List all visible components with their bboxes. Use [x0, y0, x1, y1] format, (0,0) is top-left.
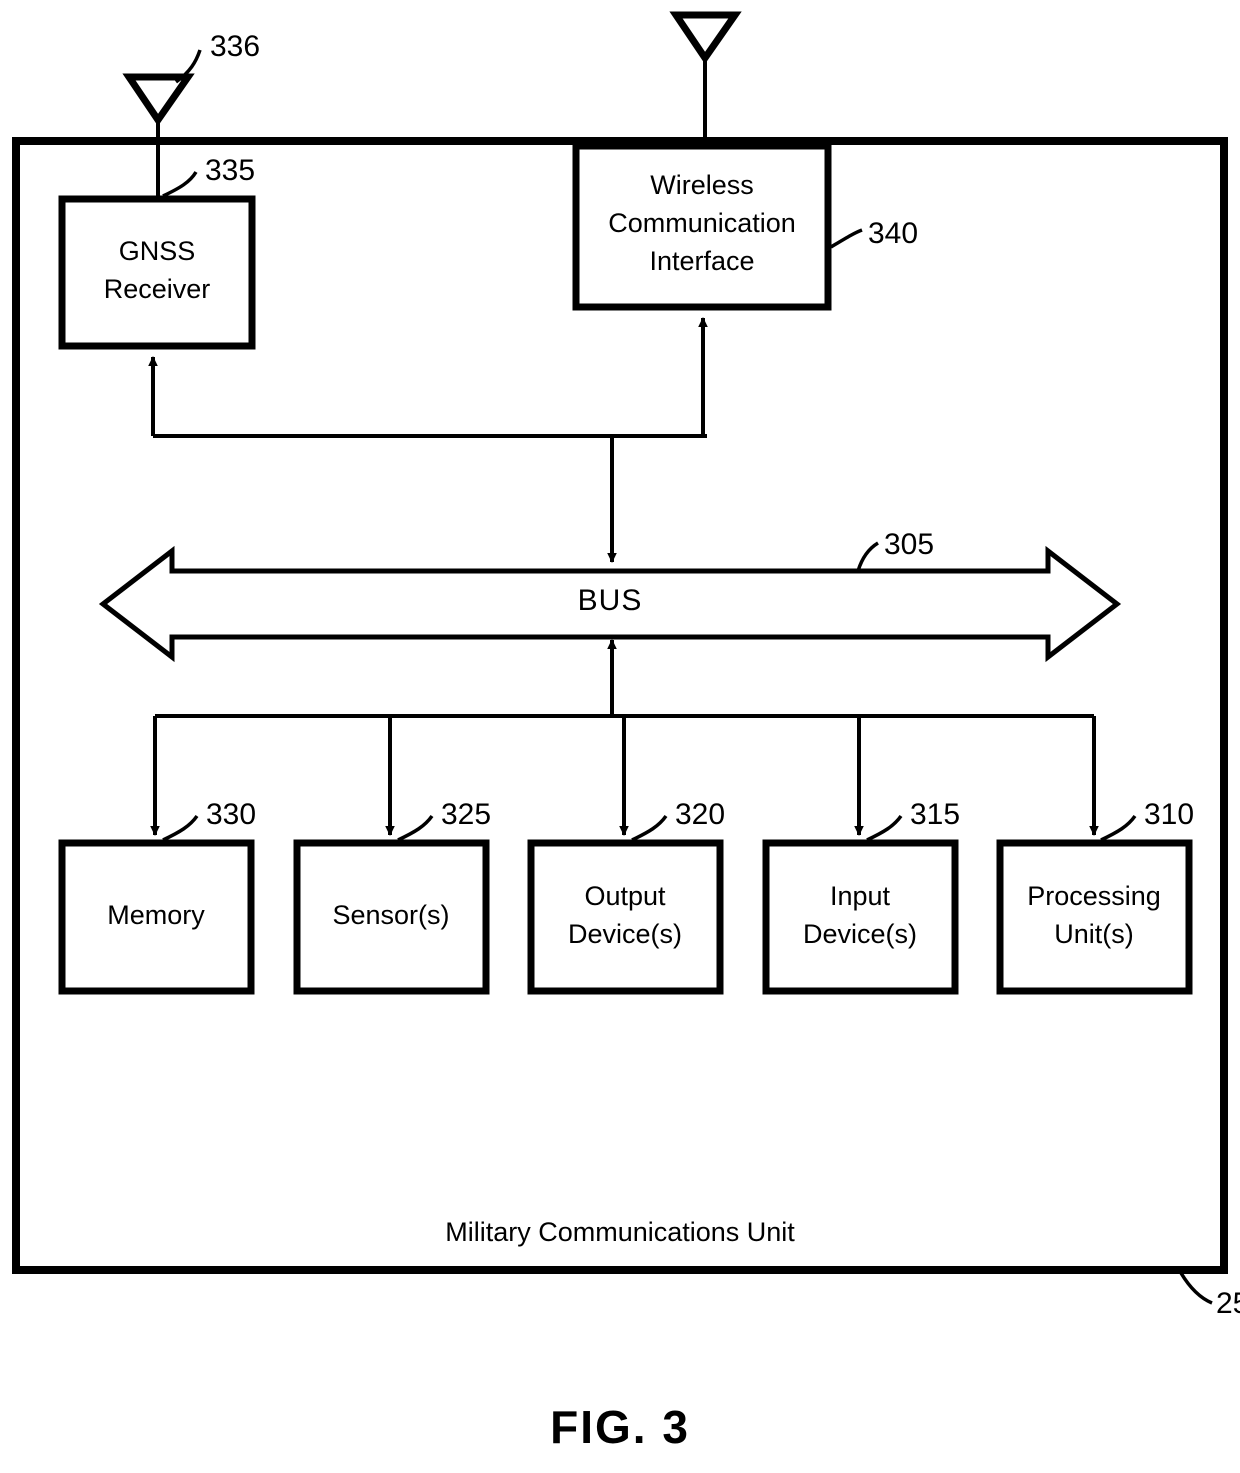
wireless-interface-label-line2: Communication: [608, 208, 796, 238]
leader-320: [631, 814, 668, 842]
ref-number-340: 340: [868, 217, 918, 250]
figure-canvas: 336 GNSS Receiver 335 Wireless Communica…: [12, 11, 1240, 1453]
bus-label: BUS: [578, 584, 643, 617]
ref-number-250: 250: [1216, 1287, 1240, 1320]
ref-number-320: 320: [675, 798, 725, 831]
output-devices-label-line2: Device(s): [568, 919, 682, 949]
leader-315: [866, 814, 903, 842]
ref-number-335: 335: [205, 154, 255, 187]
leader-310: [1100, 814, 1137, 842]
sensors-label-line1: Sensor(s): [332, 900, 449, 930]
leader-250: [1179, 1272, 1213, 1305]
gnss-receiver-label-line1: GNSS: [119, 236, 196, 266]
wireless-antenna-icon: [669, 11, 742, 148]
leader-305: [856, 541, 879, 572]
ref-number-310: 310: [1144, 798, 1194, 831]
wireless-interface-label-line1: Wireless: [650, 170, 754, 200]
output-devices-label-line1: Output: [584, 881, 666, 911]
gnss-receiver-label-line2: Receiver: [104, 274, 211, 304]
leader-325: [397, 814, 434, 842]
ref-number-315: 315: [910, 798, 960, 831]
figure-caption: FIG. 3: [550, 1401, 690, 1453]
gnss-receiver-block[interactable]: [58, 195, 256, 350]
input-devices-label-line1: Input: [830, 881, 891, 911]
ref-number-325: 325: [441, 798, 491, 831]
input-devices-block[interactable]: [762, 839, 959, 995]
enclosure-caption: Military Communications Unit: [445, 1217, 795, 1247]
processing-units-block[interactable]: [996, 839, 1193, 995]
processing-units-label-line2: Unit(s): [1054, 919, 1134, 949]
memory-label-line1: Memory: [107, 900, 205, 930]
patent-figure-3: 336 GNSS Receiver 335 Wireless Communica…: [0, 0, 1240, 1473]
leader-330: [162, 814, 199, 842]
ref-number-336: 336: [210, 30, 260, 63]
output-devices-block[interactable]: [527, 839, 724, 995]
ref-number-305: 305: [884, 528, 934, 561]
processing-units-label-line1: Processing: [1027, 881, 1161, 911]
leader-335: [162, 171, 198, 198]
wireless-interface-label-line3: Interface: [649, 246, 754, 276]
leader-340: [830, 228, 863, 249]
input-devices-label-line2: Device(s): [803, 919, 917, 949]
ref-number-330: 330: [206, 798, 256, 831]
